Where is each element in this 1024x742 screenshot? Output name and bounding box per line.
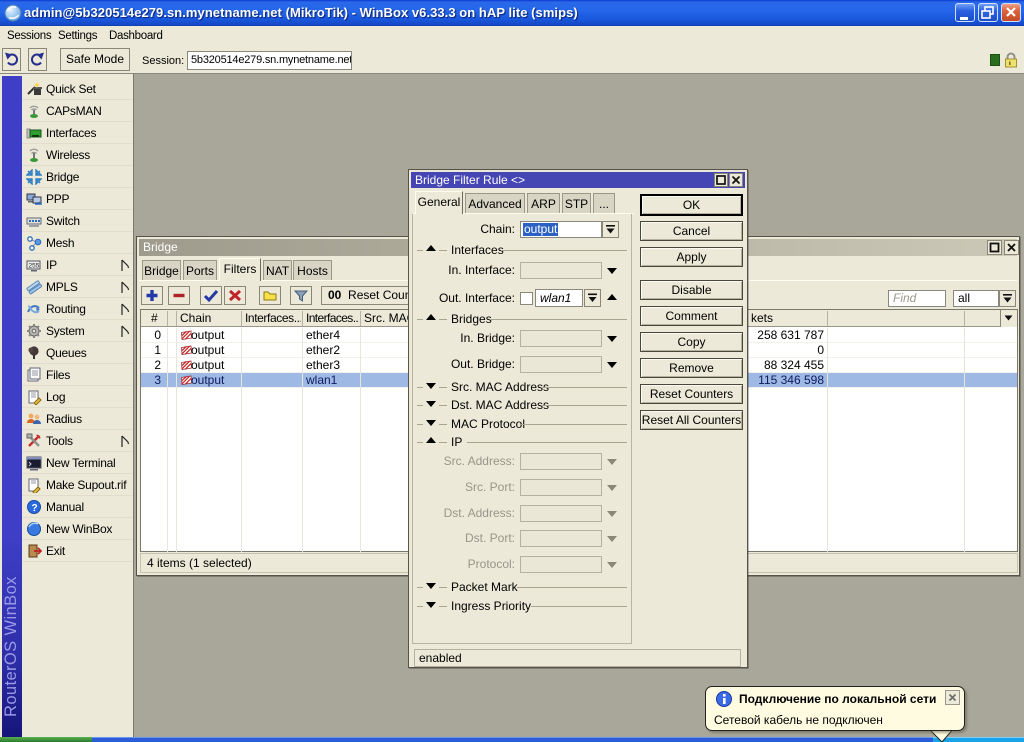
svg-text:?: ?: [32, 503, 38, 514]
svg-text:255: 255: [29, 263, 40, 270]
